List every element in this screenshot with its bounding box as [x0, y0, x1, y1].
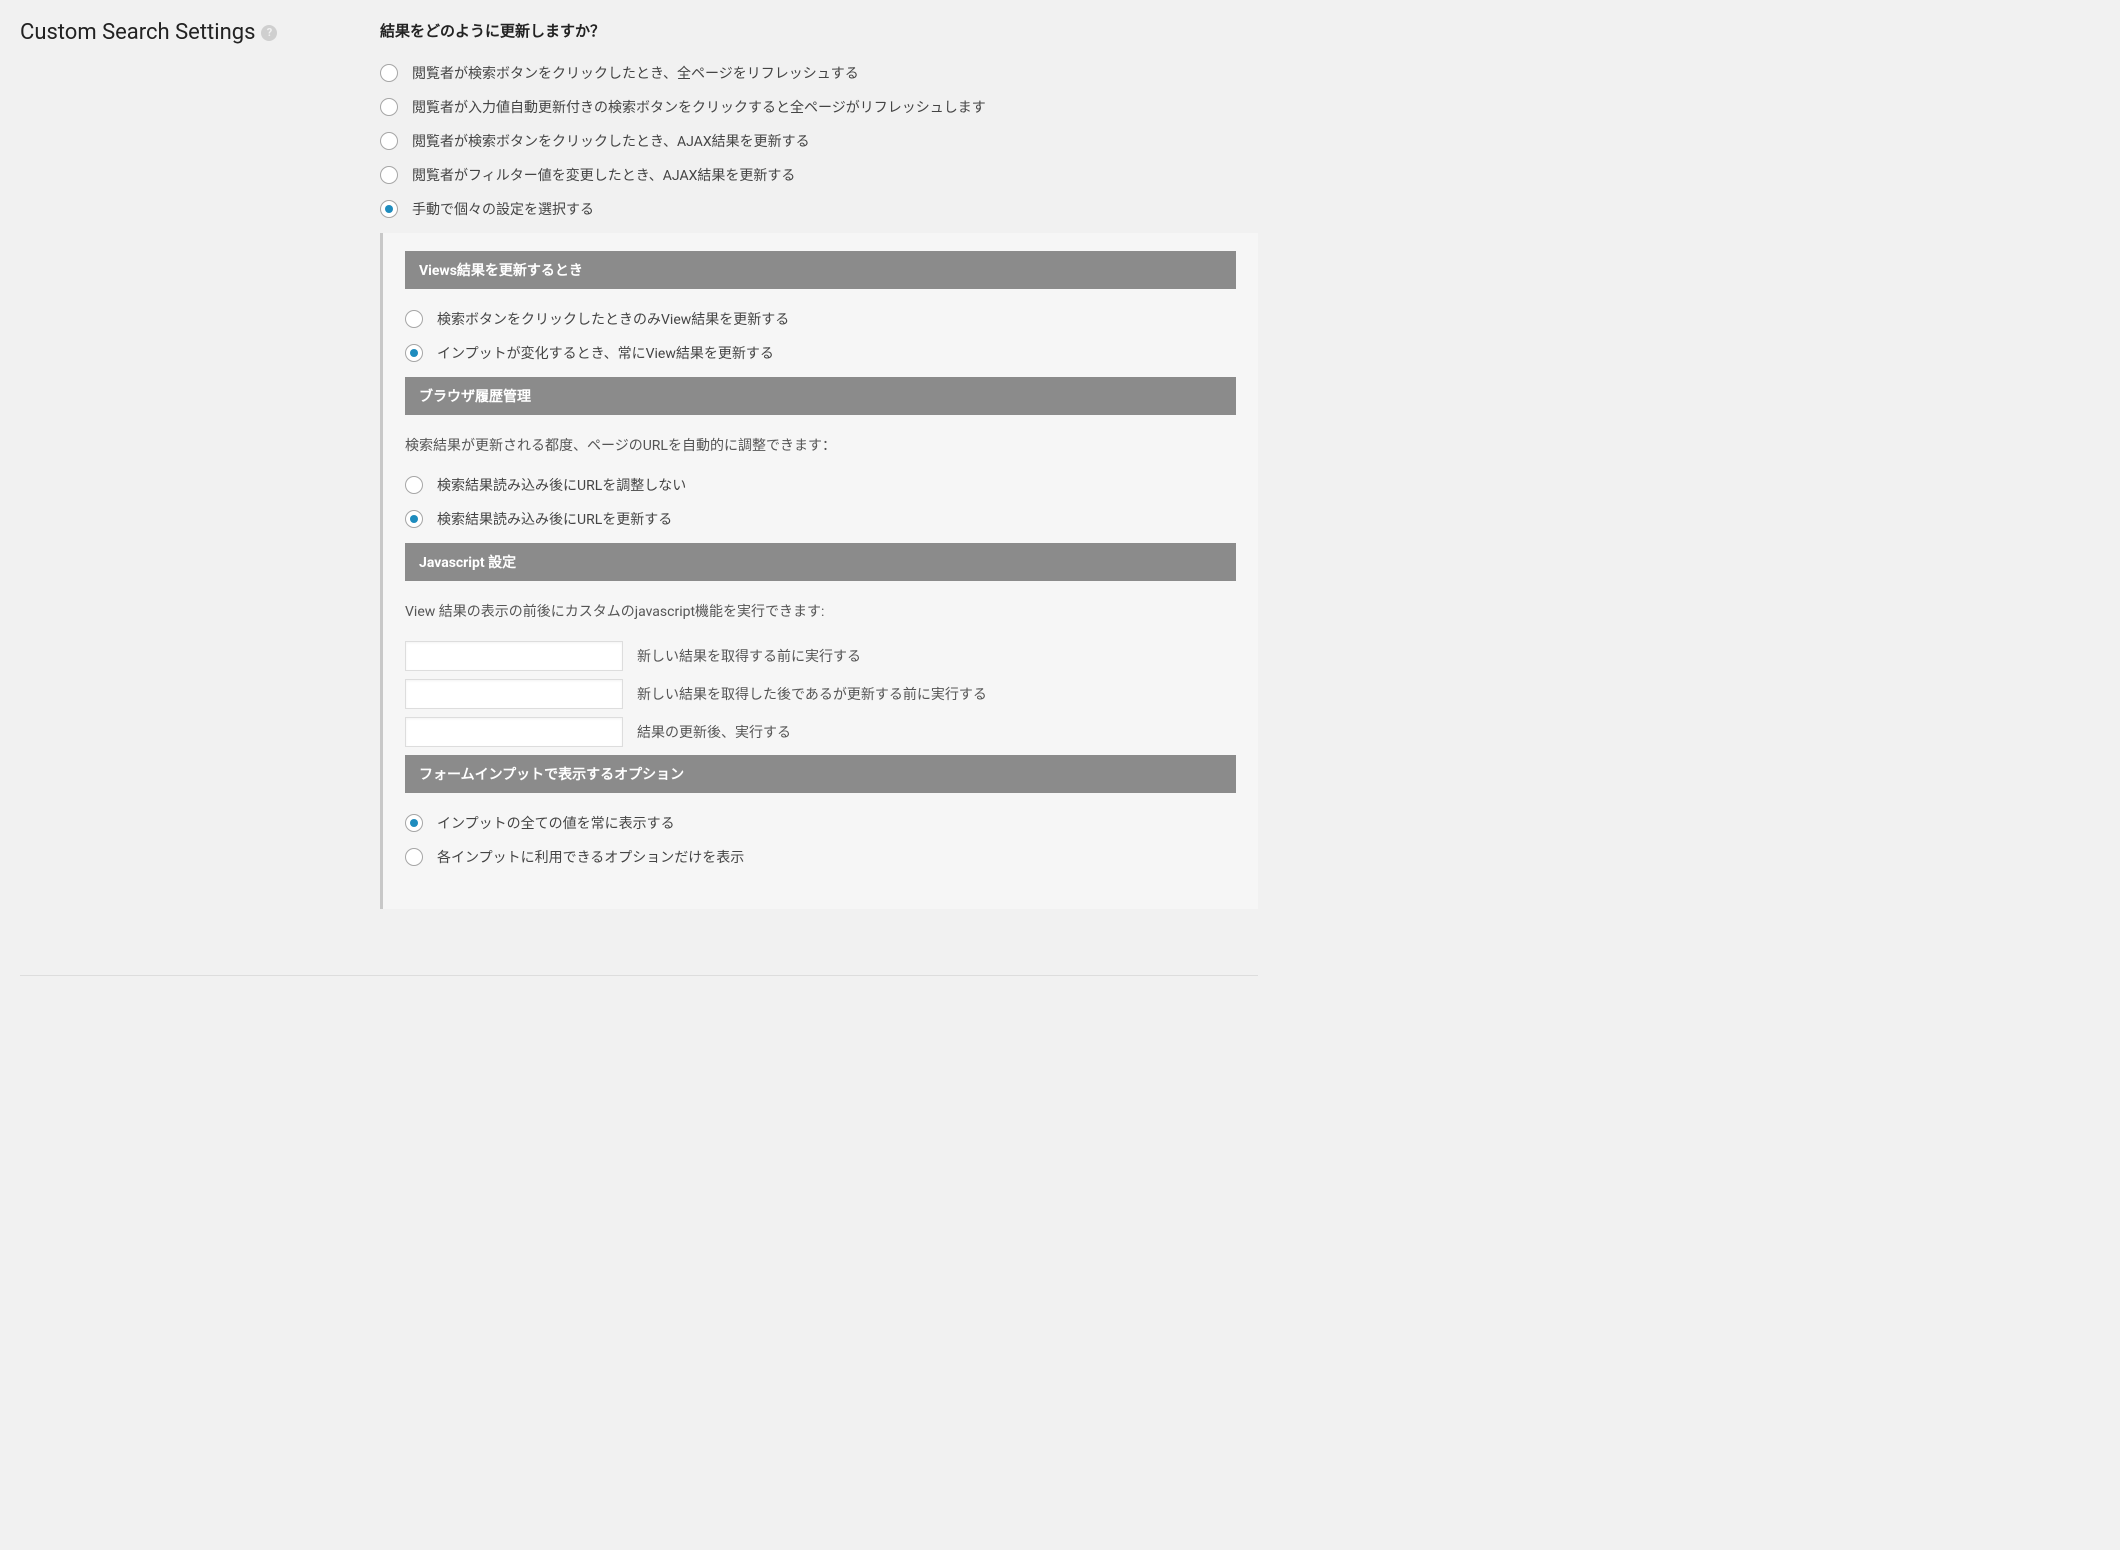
radio-label: 手動で個々の設定を選択する	[412, 199, 594, 219]
form-options-option[interactable]: インプットの全ての値を常に表示する	[405, 813, 1236, 833]
update-mode-group: 閲覧者が検索ボタンをクリックしたとき、全ページをリフレッシュする 閲覧者が入力値…	[380, 63, 1258, 219]
update-mode-option[interactable]: 手動で個々の設定を選択する	[380, 199, 1258, 219]
update-mode-option[interactable]: 閲覧者が検索ボタンをクリックしたとき、AJAX結果を更新する	[380, 131, 1258, 151]
section-title-text: Custom Search Settings	[20, 20, 255, 45]
form-options-option[interactable]: 各インプットに利用できるオプションだけを表示	[405, 847, 1236, 867]
radio-input[interactable]	[380, 64, 398, 82]
js-before-fetch-input[interactable]	[405, 641, 623, 671]
views-update-group: 検索ボタンをクリックしたときのみView結果を更新する インプットが変化するとき…	[405, 309, 1236, 363]
js-after-update-row: 結果の更新後、実行する	[405, 717, 1236, 747]
radio-input[interactable]	[380, 98, 398, 116]
js-after-fetch-label: 新しい結果を取得した後であるが更新する前に実行する	[637, 684, 987, 704]
help-icon[interactable]: ?	[261, 25, 277, 41]
section-header-javascript: Javascript 設定	[405, 543, 1236, 581]
manual-settings-panel: Views結果を更新するとき 検索ボタンをクリックしたときのみView結果を更新…	[380, 233, 1258, 909]
browser-history-group: 検索結果読み込み後にURLを調整しない 検索結果読み込み後にURLを更新する	[405, 475, 1236, 529]
radio-label: 閲覧者がフィルター値を変更したとき、AJAX結果を更新する	[412, 165, 795, 185]
section-header-form-options: フォームインプットで表示するオプション	[405, 755, 1236, 793]
radio-label: 検索結果読み込み後にURLを更新する	[437, 509, 672, 529]
js-before-fetch-label: 新しい結果を取得する前に実行する	[637, 646, 861, 666]
js-after-update-label: 結果の更新後、実行する	[637, 722, 791, 742]
javascript-desc: View 結果の表示の前後にカスタムのjavascript機能を実行できます:	[405, 601, 1236, 621]
radio-label: インプットの全ての値を常に表示する	[437, 813, 675, 833]
views-update-option[interactable]: インプットが変化するとき、常にView結果を更新する	[405, 343, 1236, 363]
radio-input[interactable]	[405, 476, 423, 494]
update-question: 結果をどのように更新しますか？	[380, 20, 1258, 41]
radio-input[interactable]	[380, 200, 398, 218]
separator	[20, 975, 1258, 976]
update-mode-option[interactable]: 閲覧者が検索ボタンをクリックしたとき、全ページをリフレッシュする	[380, 63, 1258, 83]
js-after-update-input[interactable]	[405, 717, 623, 747]
js-before-fetch-row: 新しい結果を取得する前に実行する	[405, 641, 1236, 671]
radio-label: インプットが変化するとき、常にView結果を更新する	[437, 343, 774, 363]
radio-input[interactable]	[380, 166, 398, 184]
radio-label: 検索結果読み込み後にURLを調整しない	[437, 475, 686, 495]
browser-history-option[interactable]: 検索結果読み込み後にURLを調整しない	[405, 475, 1236, 495]
js-after-fetch-row: 新しい結果を取得した後であるが更新する前に実行する	[405, 679, 1236, 709]
section-title: Custom Search Settings ?	[20, 20, 277, 45]
radio-label: 閲覧者が検索ボタンをクリックしたとき、AJAX結果を更新する	[412, 131, 810, 151]
radio-label: 閲覧者が入力値自動更新付きの検索ボタンをクリックすると全ページがリフレッシュしま…	[412, 97, 986, 117]
radio-label: 検索ボタンをクリックしたときのみView結果を更新する	[437, 309, 789, 329]
radio-label: 閲覧者が検索ボタンをクリックしたとき、全ページをリフレッシュする	[412, 63, 859, 83]
section-header-views-update: Views結果を更新するとき	[405, 251, 1236, 289]
browser-history-desc: 検索結果が更新される都度、ページのURLを自動的に調整できます：	[405, 435, 1236, 455]
update-mode-option[interactable]: 閲覧者がフィルター値を変更したとき、AJAX結果を更新する	[380, 165, 1258, 185]
radio-input[interactable]	[405, 848, 423, 866]
radio-label: 各インプットに利用できるオプションだけを表示	[437, 847, 744, 867]
update-mode-option[interactable]: 閲覧者が入力値自動更新付きの検索ボタンをクリックすると全ページがリフレッシュしま…	[380, 97, 1258, 117]
radio-input[interactable]	[405, 510, 423, 528]
section-header-browser-history: ブラウザ履歴管理	[405, 377, 1236, 415]
radio-input[interactable]	[405, 344, 423, 362]
radio-input[interactable]	[380, 132, 398, 150]
radio-input[interactable]	[405, 814, 423, 832]
js-after-fetch-input[interactable]	[405, 679, 623, 709]
form-options-group: インプットの全ての値を常に表示する 各インプットに利用できるオプションだけを表示	[405, 813, 1236, 867]
radio-input[interactable]	[405, 310, 423, 328]
browser-history-option[interactable]: 検索結果読み込み後にURLを更新する	[405, 509, 1236, 529]
views-update-option[interactable]: 検索ボタンをクリックしたときのみView結果を更新する	[405, 309, 1236, 329]
